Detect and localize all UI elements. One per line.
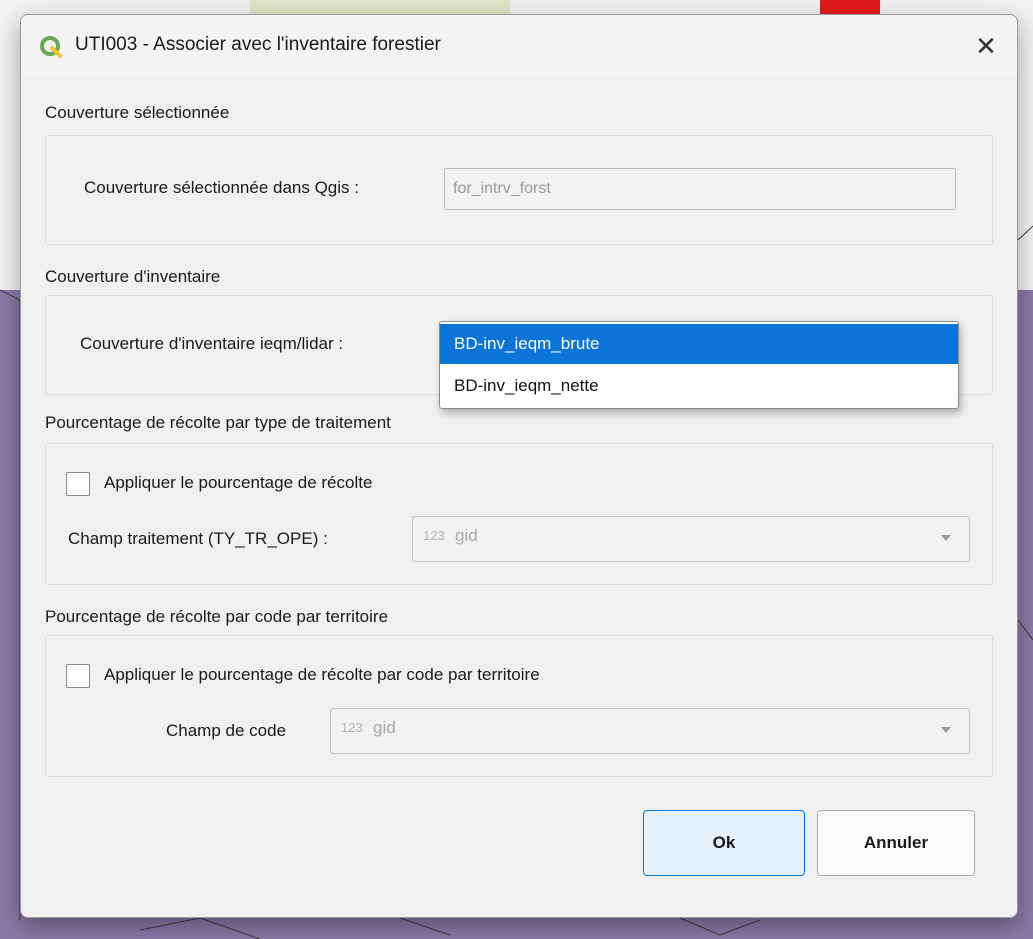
group-harvest-territory: Appliquer le pourcentage de récolte par … — [45, 635, 993, 777]
close-icon: ✕ — [975, 30, 997, 61]
inventory-layer-dropdown[interactable]: BD-inv_ieqm_brute BD-inv_ieqm_nette — [439, 321, 959, 409]
integer-type-icon: 123 — [423, 528, 445, 543]
apply-territory-checkbox[interactable] — [66, 664, 90, 688]
dialog-window: UTI003 - Associer avec l'inventaire fore… — [20, 14, 1018, 918]
section-title-harvest-territory: Pourcentage de récolte par code par terr… — [45, 607, 389, 626]
section-title-harvest-treatment: Pourcentage de récolte par type de trait… — [45, 413, 391, 432]
treatment-field-label: Champ traitement (TY_TR_OPE) : — [68, 529, 328, 548]
window-title: UTI003 - Associer avec l'inventaire fore… — [75, 34, 441, 55]
close-button[interactable]: ✕ — [955, 15, 1017, 77]
apply-harvest-label[interactable]: Appliquer le pourcentage de récolte — [104, 473, 372, 493]
chevron-down-icon — [941, 535, 951, 541]
chevron-down-icon — [941, 727, 951, 733]
selected-layer-label: Couverture sélectionnée dans Qgis : — [84, 178, 359, 197]
inventory-layer-label: Couverture d'inventaire ieqm/lidar : — [80, 334, 344, 353]
cancel-button[interactable]: Annuler — [817, 810, 975, 876]
selected-layer-input[interactable] — [444, 168, 956, 210]
dropdown-option-ieqm-nette[interactable]: BD-inv_ieqm_nette — [440, 366, 958, 406]
section-title-selected-layer: Couverture sélectionnée — [45, 103, 230, 122]
qgis-logo-icon — [40, 36, 62, 58]
apply-harvest-checkbox[interactable] — [66, 472, 90, 496]
treatment-field-value: gid — [455, 526, 478, 545]
dropdown-option-ieqm-brute[interactable]: BD-inv_ieqm_brute — [440, 324, 958, 364]
section-title-inventory-layer: Couverture d'inventaire — [45, 267, 221, 286]
group-selected-layer: Couverture sélectionnée dans Qgis : — [45, 135, 993, 245]
group-harvest-treatment: Appliquer le pourcentage de récolte Cham… — [45, 443, 993, 585]
treatment-field-combo[interactable]: 123 gid — [412, 516, 970, 562]
apply-territory-label[interactable]: Appliquer le pourcentage de récolte par … — [104, 665, 540, 685]
ok-button[interactable]: Ok — [643, 810, 805, 876]
title-bar[interactable]: UTI003 - Associer avec l'inventaire fore… — [21, 15, 1017, 77]
territory-field-value: gid — [373, 718, 396, 737]
territory-field-label: Champ de code — [166, 721, 287, 740]
integer-type-icon: 123 — [341, 720, 363, 735]
territory-field-combo[interactable]: 123 gid — [330, 708, 970, 754]
